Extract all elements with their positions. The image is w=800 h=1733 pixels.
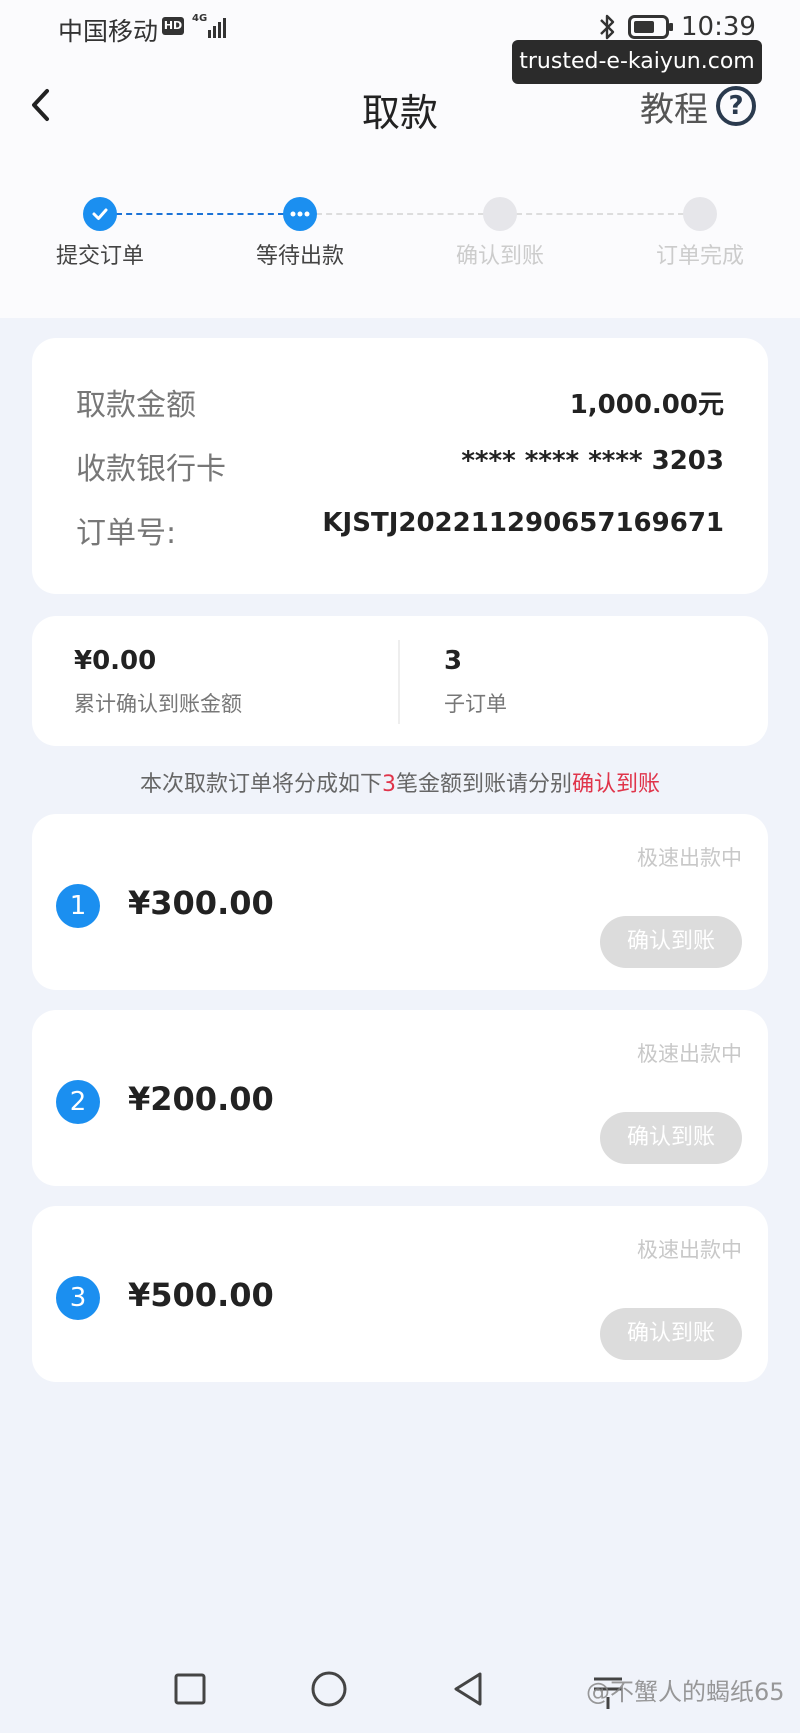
carrier-name: 中国移动 <box>58 17 159 46</box>
confirmed-amount-label: 累计确认到账金额 <box>74 692 242 716</box>
order-index-badge: 2 <box>56 1080 100 1124</box>
watermark-url: trusted-e-kaiyun.com <box>512 40 762 84</box>
suborder-count-value: 3 <box>444 646 463 676</box>
notice-count: 3 <box>381 772 396 797</box>
step-label: 订单完成 <box>655 244 744 269</box>
bluetooth-icon <box>600 14 615 40</box>
notice-action: 确认到账 <box>572 772 661 797</box>
order-amount: ¥300.00 <box>128 884 274 922</box>
step-label: 确认到账 <box>455 244 544 269</box>
order-number-value: KJSTJ202211290657169671 <box>322 508 724 538</box>
withdrawal-info-card: 取款金额 1,000.00元 收款银行卡 **** **** **** 3203… <box>32 338 768 594</box>
triangle-left-icon <box>454 1672 482 1706</box>
step-done-icon <box>83 197 117 231</box>
order-status: 极速出款中 <box>637 846 742 870</box>
clock: 10:39 <box>681 12 756 42</box>
page-title: 取款 <box>361 91 438 135</box>
step-current-icon <box>283 197 317 231</box>
square-icon <box>174 1673 206 1705</box>
suborder-card: 极速出款中 2 ¥200.00 确认到账 <box>32 1010 768 1186</box>
order-status: 极速出款中 <box>637 1238 742 1262</box>
chevron-left-icon <box>32 89 49 121</box>
amount-value: 1,000.00元 <box>569 390 724 420</box>
step-label: 等待出款 <box>255 244 344 269</box>
order-amount: ¥500.00 <box>128 1276 274 1314</box>
battery-icon <box>628 15 673 39</box>
step-connector <box>316 213 484 215</box>
order-amount: ¥200.00 <box>128 1080 274 1118</box>
ellipsis-icon <box>290 211 310 217</box>
circle-icon <box>311 1671 347 1707</box>
step-pending-icon <box>483 197 517 231</box>
order-number-label: 订单号: <box>76 516 177 551</box>
help-icon: ? <box>716 86 756 126</box>
order-status: 极速出款中 <box>637 1042 742 1066</box>
hd-badge: HD <box>162 17 184 35</box>
order-index-badge: 3 <box>56 1276 100 1320</box>
step-label: 提交订单 <box>55 244 144 269</box>
step-pending-icon <box>683 197 717 231</box>
suborder-card: 极速出款中 3 ¥500.00 确认到账 <box>32 1206 768 1382</box>
recent-apps-button[interactable] <box>168 1667 212 1711</box>
split-notice: 本次取款订单将分成如下3笔金额到账请分别确认到账 <box>0 766 800 798</box>
watermark-author: @不蟹人的蝎纸65 <box>586 1678 785 1706</box>
network-type: 4G <box>192 13 208 24</box>
home-button[interactable] <box>307 1667 351 1711</box>
system-back-button[interactable] <box>446 1667 490 1711</box>
tutorial-button[interactable]: 教程 ? <box>640 83 756 130</box>
amount-label: 取款金额 <box>76 388 196 423</box>
bank-card-value: **** **** **** 3203 <box>461 446 724 476</box>
order-index-badge: 1 <box>56 884 100 928</box>
summary-card: ¥0.00 累计确认到账金额 3 子订单 <box>32 616 768 746</box>
suborder-card: 极速出款中 1 ¥300.00 确认到账 <box>32 814 768 990</box>
step-connector <box>116 213 284 215</box>
divider <box>398 640 400 724</box>
step-connector <box>516 213 684 215</box>
check-icon <box>92 208 108 220</box>
confirm-receipt-button[interactable]: 确认到账 <box>600 1112 742 1164</box>
notice-prefix: 本次取款订单将分成如下 <box>139 772 382 797</box>
confirm-receipt-button[interactable]: 确认到账 <box>600 1308 742 1360</box>
tutorial-label: 教程 <box>640 89 708 130</box>
bank-card-label: 收款银行卡 <box>76 452 226 487</box>
confirmed-amount-value: ¥0.00 <box>74 646 157 676</box>
confirm-receipt-button[interactable]: 确认到账 <box>600 916 742 968</box>
suborder-count-label: 子订单 <box>444 692 507 716</box>
back-button[interactable] <box>26 85 56 125</box>
notice-middle: 笔金额到账请分别 <box>395 772 572 797</box>
signal-icon <box>208 16 232 38</box>
